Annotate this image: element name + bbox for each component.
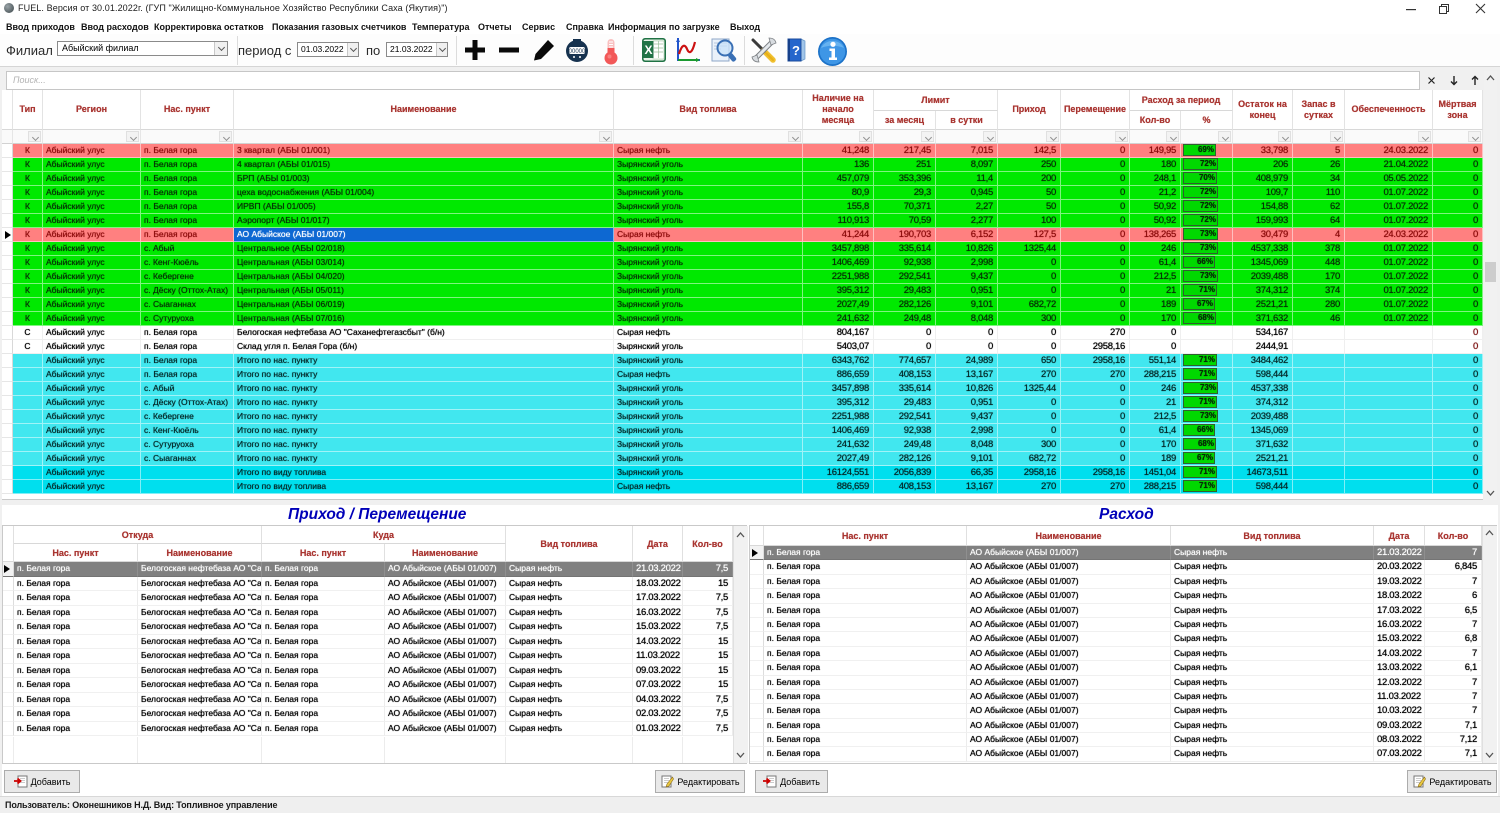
svg-text:X: X xyxy=(644,43,652,57)
svg-text:?: ? xyxy=(792,43,800,58)
svg-text:00000: 00000 xyxy=(569,49,586,55)
